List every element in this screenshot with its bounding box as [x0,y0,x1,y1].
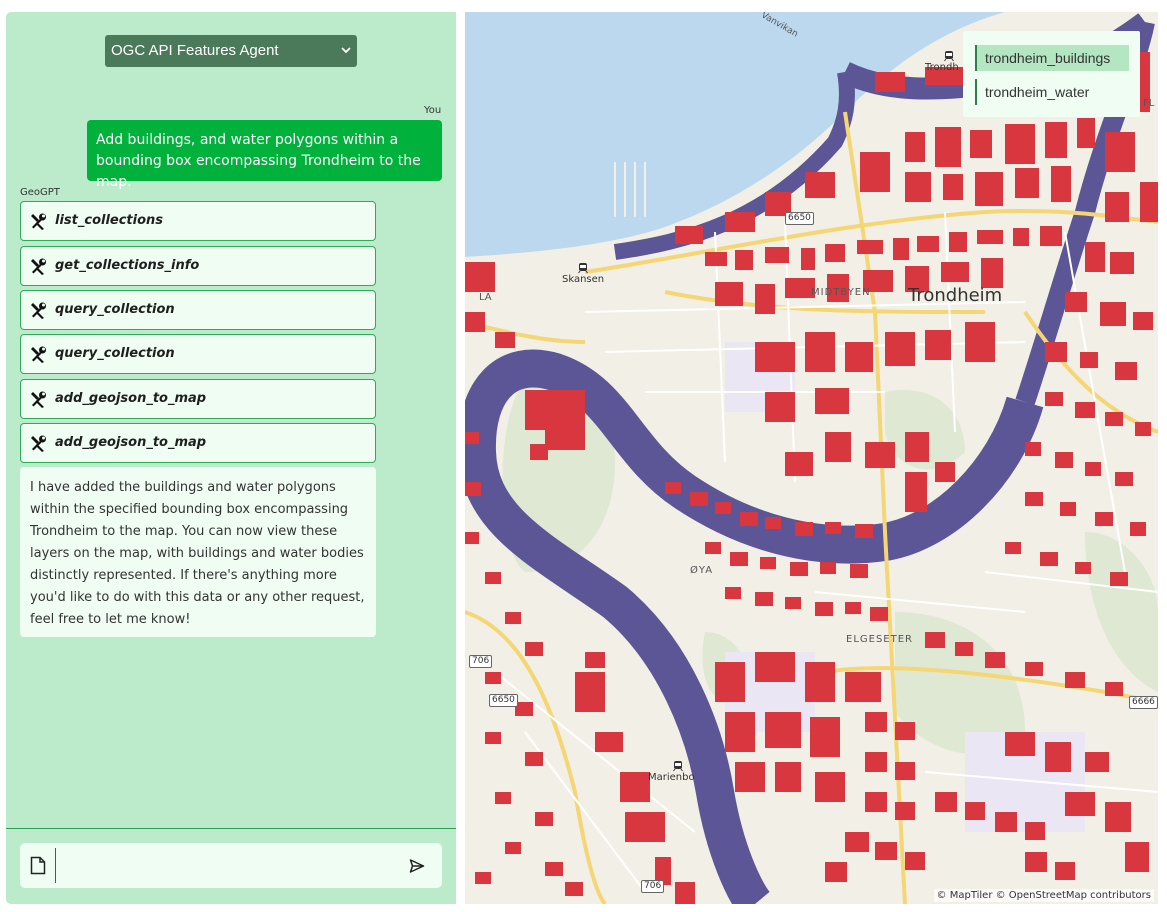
tool-call-name: list_collections [55,213,164,228]
map-label-midtbyen: MIDTBYEN [811,287,871,298]
chevron-down-icon [341,47,351,54]
tool-call[interactable]: list_collections [20,201,376,241]
send-icon[interactable] [409,858,425,874]
user-message: Add buildings, and water polygons within… [87,120,442,190]
map-label-city: Trondheim [908,285,1003,306]
tool-call-name: add_geojson_to_map [55,435,207,450]
tool-call[interactable]: add_geojson_to_map [20,423,376,463]
road-shield: 706 [469,655,493,668]
tool-call-name: query_collection [55,302,175,317]
train-station-icon [673,761,683,772]
tools-icon [31,391,46,408]
train-station-icon [944,51,954,62]
assistant-sender-label: GeoGPT [20,187,60,198]
road-shield: 6666 [1129,696,1158,709]
tools-icon [31,213,46,230]
tool-call-name: get_collections_info [55,258,200,273]
tool-call[interactable]: add_geojson_to_map [20,379,376,419]
agent-select-value: OGC API Features Agent [111,42,279,59]
assistant-message: I have added the buildings and water pol… [20,467,376,637]
road-shield: 6650 [489,694,518,707]
tools-icon [31,258,46,275]
tool-call[interactable]: query_collection [20,334,376,374]
chat-panel: OGC API Features Agent You Add buildings… [6,12,456,904]
map-label-la: LA [479,292,492,303]
user-sender-label: You [424,105,442,116]
map-label-oya: ØYA [690,565,714,576]
map[interactable]: Trondheim MIDTBYEN Skansen ØYA ELGESETER… [465,12,1158,904]
divider [6,828,456,829]
input-caret [55,848,56,883]
map-canvas[interactable] [465,12,1158,904]
tools-icon [31,302,46,319]
tool-call[interactable]: query_collection [20,290,376,330]
agent-select[interactable]: OGC API Features Agent [105,35,357,67]
layer-toggle-buildings[interactable]: trondheim_buildings [975,45,1129,71]
tools-icon [31,435,46,452]
map-label-skansen: Skansen [562,274,605,285]
layer-toggle-water[interactable]: trondheim_water [975,79,1129,105]
app: OGC API Features Agent You Add buildings… [0,0,1167,912]
map-label-marienborg: Marienbo [648,772,695,783]
map-attribution[interactable]: © MapTiler © OpenStreetMap contributors [933,889,1154,902]
tools-icon [31,346,46,363]
road-shield: 706 [641,880,665,893]
map-label-elgeseter: ELGESETER [846,634,913,645]
layer-control: trondheim_buildings trondheim_water [963,31,1140,117]
tool-call-name: add_geojson_to_map [55,391,207,406]
map-label-fl: FL [1143,98,1155,109]
tool-call[interactable]: get_collections_info [20,246,376,286]
road-shield: 6650 [785,212,814,225]
train-station-icon [578,263,588,274]
file-icon[interactable] [30,856,46,875]
message-input-bar [20,843,442,888]
message-input[interactable] [60,849,390,882]
map-label-trondheim-station: Trondh [925,62,959,73]
tool-call-name: query_collection [55,346,175,361]
